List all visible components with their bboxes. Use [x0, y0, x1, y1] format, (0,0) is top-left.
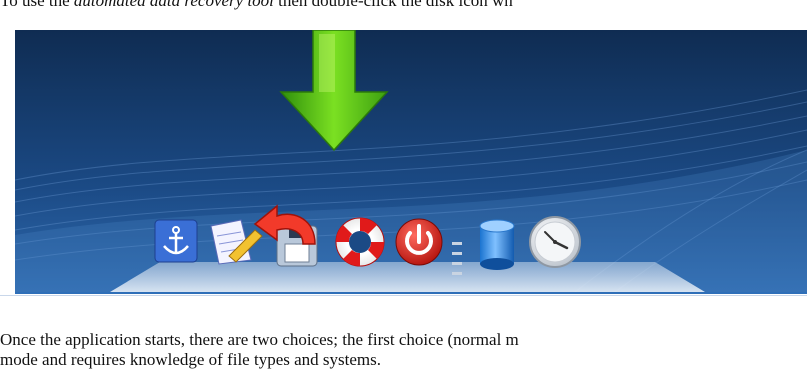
anchor-icon[interactable]	[154, 219, 198, 263]
dock-shelf	[110, 262, 705, 292]
body-paragraph-line-1: Once the application starts, there are t…	[0, 330, 519, 349]
clock-icon[interactable]	[529, 216, 581, 268]
body-paragraph-line-2: mode and requires knowledge of file type…	[0, 350, 381, 369]
cylinder-icon[interactable]	[479, 219, 515, 270]
body-paragraph: Once the application starts, there are t…	[0, 330, 807, 370]
desktop-background	[15, 30, 807, 292]
intro-text-italic: automated data recovery tool	[73, 0, 274, 10]
power-icon[interactable]	[395, 218, 443, 266]
intro-text: To use the automated data recovery tool …	[0, 0, 513, 11]
desktop-screenshot	[15, 30, 807, 294]
intro-text-end: then double-click the disk icon wh	[273, 0, 513, 10]
life-ring-icon[interactable]	[335, 217, 385, 267]
intro-text-start: To use the	[0, 0, 74, 10]
divider	[0, 295, 807, 296]
